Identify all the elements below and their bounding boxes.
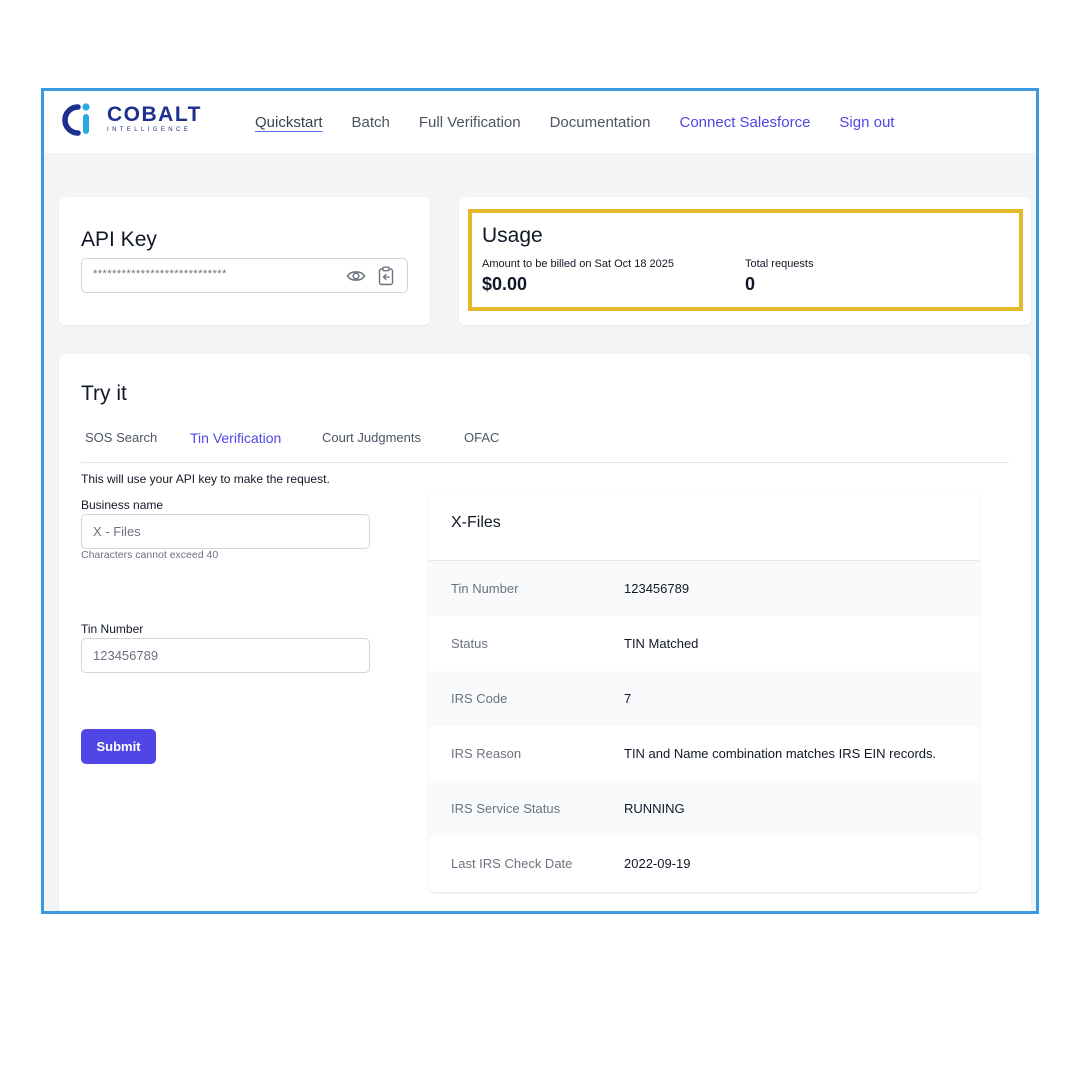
requests-count: 0 [745,274,756,294]
api-key-field[interactable]: **************************** [81,258,408,293]
app-window: COBALT INTELLIGENCE Quickstart Batch Ful… [41,88,1039,914]
row-value: 7 [624,691,632,706]
top-navbar: COBALT INTELLIGENCE Quickstart Batch Ful… [44,91,1036,153]
row-label: Last IRS Check Date [451,856,573,871]
brand-tagline: INTELLIGENCE [107,126,192,133]
business-name-input[interactable]: X - Files [81,514,370,549]
requests-label: Total requests [745,258,814,270]
row-label: IRS Reason [451,746,522,761]
tin-number-input[interactable]: 123456789 [81,638,370,673]
row-label: Status [451,636,488,651]
result-rows: Tin Number 123456789 Status TIN Matched … [429,561,979,891]
result-row: IRS Code 7 [429,671,979,726]
result-row: IRS Reason TIN and Name combination matc… [429,726,979,781]
row-value: RUNNING [624,801,685,816]
row-value: 2022-09-19 [624,856,691,871]
result-title: X-Files [451,514,501,531]
row-value: 123456789 [624,581,690,596]
nav-batch[interactable]: Batch [352,114,390,131]
result-row: Tin Number 123456789 [429,561,979,616]
tab-tin-verification[interactable]: Tin Verification [190,430,281,446]
tab-ofac[interactable]: OFAC [464,430,499,445]
nav-connect-salesforce[interactable]: Connect Salesforce [680,114,811,131]
row-value: TIN and Name combination matches IRS EIN… [624,746,937,761]
nav-sign-out[interactable]: Sign out [839,114,894,131]
logo-text: COBALT INTELLIGENCE [107,102,202,134]
result-header: X-Files [429,494,979,561]
try-it-title: Try it [81,382,127,405]
row-label: IRS Service Status [451,801,561,816]
api-key-hint: This will use your API key to make the r… [81,472,330,486]
nav-full-verification[interactable]: Full Verification [419,114,521,131]
brand-name: COBALT [107,102,202,126]
result-row: Status TIN Matched [429,616,979,671]
business-name-label: Business name [81,498,164,512]
usage-title: Usage [482,224,543,247]
nav-documentation[interactable]: Documentation [550,114,651,131]
result-row: IRS Service Status RUNNING [429,781,979,836]
row-value: TIN Matched [624,636,699,651]
api-key-title: API Key [81,228,157,251]
row-label: Tin Number [451,581,519,596]
api-key-card: API Key **************************** [59,197,430,325]
result-panel: X-Files Tin Number 123456789 Status TIN … [429,494,979,892]
usage-card: Usage Amount to be billed on Sat Oct 18 … [459,197,1031,325]
billing-amount: $0.00 [482,274,528,294]
try-it-tabs: SOS Search Tin Verification Court Judgme… [81,426,1009,463]
try-it-card: Try it SOS Search Tin Verification Court… [59,354,1031,911]
row-label: IRS Code [451,691,508,706]
nav-quickstart[interactable]: Quickstart [255,114,323,131]
nav-links: Quickstart Batch Full Verification Docum… [255,91,923,153]
api-key-masked-value: **************************** [93,268,227,280]
result-row: Last IRS Check Date 2022-09-19 [429,836,979,891]
eye-icon[interactable] [346,267,366,285]
logo-mark-icon [62,103,90,136]
tin-number-label: Tin Number [81,622,144,636]
business-name-help: Characters cannot exceed 40 [81,549,219,561]
billing-label: Amount to be billed on Sat Oct 18 2025 [482,258,675,270]
tab-court-judgments[interactable]: Court Judgments [322,430,421,445]
tab-sos-search[interactable]: SOS Search [85,430,157,445]
clipboard-icon[interactable] [378,266,394,286]
submit-button[interactable]: Submit [81,729,156,764]
cobalt-logo[interactable]: COBALT INTELLIGENCE [61,101,221,137]
